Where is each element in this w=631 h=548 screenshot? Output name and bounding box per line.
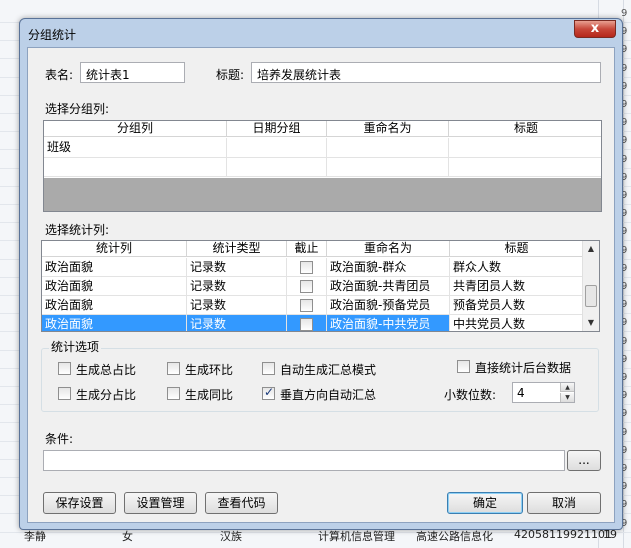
group-grid-header: 分组列 日期分组 重命名为 标题 bbox=[44, 121, 601, 137]
table-name-input[interactable]: 统计表1 bbox=[80, 62, 185, 83]
stat-cell-cutoff[interactable] bbox=[287, 258, 327, 277]
condition-browse-button[interactable]: ... bbox=[567, 450, 601, 471]
stat-cell-cutoff[interactable] bbox=[287, 315, 327, 331]
stat-cell-title[interactable]: 群众人数 bbox=[450, 258, 583, 277]
sub-ratio-checkbox[interactable] bbox=[58, 387, 71, 400]
group-header-rename[interactable]: 重命名为 bbox=[327, 121, 449, 137]
manage-settings-button[interactable]: 设置管理 bbox=[124, 492, 197, 514]
group-cell[interactable] bbox=[449, 158, 601, 177]
stat-grid-header: 统计列 统计类型 截止 重命名为 标题 bbox=[42, 241, 583, 257]
yoy-ratio-label: 生成同比 bbox=[185, 388, 234, 402]
group-section-label: 选择分组列: bbox=[45, 102, 110, 116]
decimals-value: 4 bbox=[517, 386, 525, 400]
stat-grid-scrollbar[interactable]: ▲ ▼ bbox=[582, 241, 599, 331]
dialog-title: 分组统计 bbox=[28, 28, 77, 42]
view-code-button[interactable]: 查看代码 bbox=[205, 492, 278, 514]
table-name-label: 表名: bbox=[45, 68, 74, 82]
group-cell[interactable] bbox=[227, 158, 327, 177]
cutoff-checkbox[interactable] bbox=[300, 318, 313, 331]
stat-header-rename[interactable]: 重命名为 bbox=[327, 241, 450, 257]
total-ratio-checkbox[interactable] bbox=[58, 362, 71, 375]
stat-cell-cutoff[interactable] bbox=[287, 296, 327, 315]
bg-cell: 李静 bbox=[24, 530, 46, 543]
bg-row-number: 9 bbox=[621, 8, 628, 19]
bg-cell: 计算机信息管理 bbox=[318, 530, 395, 543]
yoy-ratio-checkbox[interactable] bbox=[167, 387, 180, 400]
scroll-up-icon[interactable]: ▲ bbox=[583, 241, 599, 257]
chain-ratio-label: 生成环比 bbox=[185, 363, 234, 377]
stat-cell-type[interactable]: 记录数 bbox=[187, 296, 287, 315]
stat-cell-rename[interactable]: 政治面貌-共青团员 bbox=[327, 277, 450, 296]
stat-header-title[interactable]: 标题 bbox=[450, 241, 583, 257]
stat-cell-col[interactable]: 政治面貌 bbox=[42, 258, 187, 277]
stat-cell-rename[interactable]: 政治面貌-预备党员 bbox=[327, 296, 450, 315]
stat-cell-col[interactable]: 政治面貌 bbox=[42, 277, 187, 296]
vertical-summary-label: 垂直方向自动汇总 bbox=[280, 388, 377, 402]
ok-button[interactable]: 确定 bbox=[447, 492, 523, 514]
total-ratio-label: 生成总占比 bbox=[76, 363, 137, 377]
stat-cell-title[interactable]: 共青团员人数 bbox=[450, 277, 583, 296]
direct-backend-label: 直接统计后台数据 bbox=[475, 361, 572, 375]
caption-input[interactable]: 培养发展统计表 bbox=[251, 62, 601, 83]
spin-up-icon[interactable]: ▲ bbox=[560, 383, 574, 392]
stat-cell-rename[interactable]: 政治面貌-群众 bbox=[327, 258, 450, 277]
bg-cell: 汉族 bbox=[220, 530, 242, 543]
group-cell[interactable] bbox=[327, 138, 449, 158]
stat-options-title: 统计选项 bbox=[49, 338, 102, 355]
stat-cell-type[interactable]: 记录数 bbox=[187, 315, 287, 331]
stat-column-grid[interactable]: 统计列 统计类型 截止 重命名为 标题 政治面貌 记录数 政治面貌-群众 群众人数 政治… bbox=[41, 240, 600, 332]
stat-header-cutoff[interactable]: 截止 bbox=[287, 241, 327, 257]
group-header-col[interactable]: 分组列 bbox=[44, 121, 227, 137]
sub-ratio-label: 生成分占比 bbox=[76, 388, 137, 402]
direct-backend-checkbox[interactable] bbox=[457, 360, 470, 373]
stat-header-type[interactable]: 统计类型 bbox=[187, 241, 287, 257]
group-stat-dialog: 分组统计 x 表名: 统计表1 标题: 培养发展统计表 选择分组列: 分组列 日… bbox=[19, 18, 623, 530]
close-icon: x bbox=[590, 21, 600, 36]
group-cell[interactable] bbox=[449, 138, 601, 158]
auto-summary-checkbox[interactable] bbox=[262, 362, 275, 375]
stat-cell-cutoff[interactable] bbox=[287, 277, 327, 296]
caption-label: 标题: bbox=[216, 68, 245, 82]
condition-label: 条件: bbox=[45, 432, 74, 446]
group-column-grid[interactable]: 分组列 日期分组 重命名为 标题 班级 bbox=[43, 120, 602, 212]
chain-ratio-checkbox[interactable] bbox=[167, 362, 180, 375]
dialog-client: 表名: 统计表1 标题: 培养发展统计表 选择分组列: 分组列 日期分组 重命名… bbox=[27, 47, 615, 523]
stat-cell-rename[interactable]: 政治面貌-中共党员 bbox=[327, 315, 450, 331]
cutoff-checkbox[interactable] bbox=[300, 261, 313, 274]
stat-cell-col[interactable]: 政治面貌 bbox=[42, 315, 187, 331]
title-bar[interactable]: 分组统计 x bbox=[20, 19, 622, 47]
cutoff-checkbox[interactable] bbox=[300, 280, 313, 293]
stat-header-col[interactable]: 统计列 bbox=[42, 241, 187, 257]
scroll-down-icon[interactable]: ▼ bbox=[583, 315, 599, 331]
stat-cell-type[interactable]: 记录数 bbox=[187, 258, 287, 277]
save-settings-button[interactable]: 保存设置 bbox=[43, 492, 116, 514]
cancel-button[interactable]: 取消 bbox=[527, 492, 601, 514]
group-cell[interactable] bbox=[327, 158, 449, 177]
bg-cell: 女 bbox=[122, 530, 133, 543]
scroll-thumb[interactable] bbox=[585, 285, 597, 307]
close-button[interactable]: x bbox=[574, 20, 616, 38]
stat-cell-title[interactable]: 预备党员人数 bbox=[450, 296, 583, 315]
group-grid-empty-area bbox=[44, 178, 601, 211]
bg-cell: 高速公路信息化 bbox=[416, 530, 493, 543]
group-cell[interactable] bbox=[44, 158, 227, 177]
vertical-summary-checkbox[interactable] bbox=[262, 385, 275, 400]
decimals-label: 小数位数: bbox=[444, 388, 497, 402]
group-cell[interactable]: 班级 bbox=[44, 138, 227, 158]
stat-cell-title[interactable]: 中共党员人数 bbox=[450, 315, 583, 331]
stat-cell-col[interactable]: 政治面貌 bbox=[42, 296, 187, 315]
decimals-spinner[interactable]: 4 ▲ ▼ bbox=[512, 382, 575, 403]
cutoff-checkbox[interactable] bbox=[300, 299, 313, 312]
group-header-title[interactable]: 标题 bbox=[449, 121, 601, 137]
stat-cell-type[interactable]: 记录数 bbox=[187, 277, 287, 296]
auto-summary-label: 自动生成汇总模式 bbox=[280, 363, 377, 377]
spin-down-icon[interactable]: ▼ bbox=[560, 393, 574, 402]
group-header-date[interactable]: 日期分组 bbox=[227, 121, 327, 137]
stat-section-label: 选择统计列: bbox=[45, 223, 110, 237]
condition-input[interactable] bbox=[43, 450, 565, 471]
group-cell[interactable] bbox=[227, 138, 327, 158]
